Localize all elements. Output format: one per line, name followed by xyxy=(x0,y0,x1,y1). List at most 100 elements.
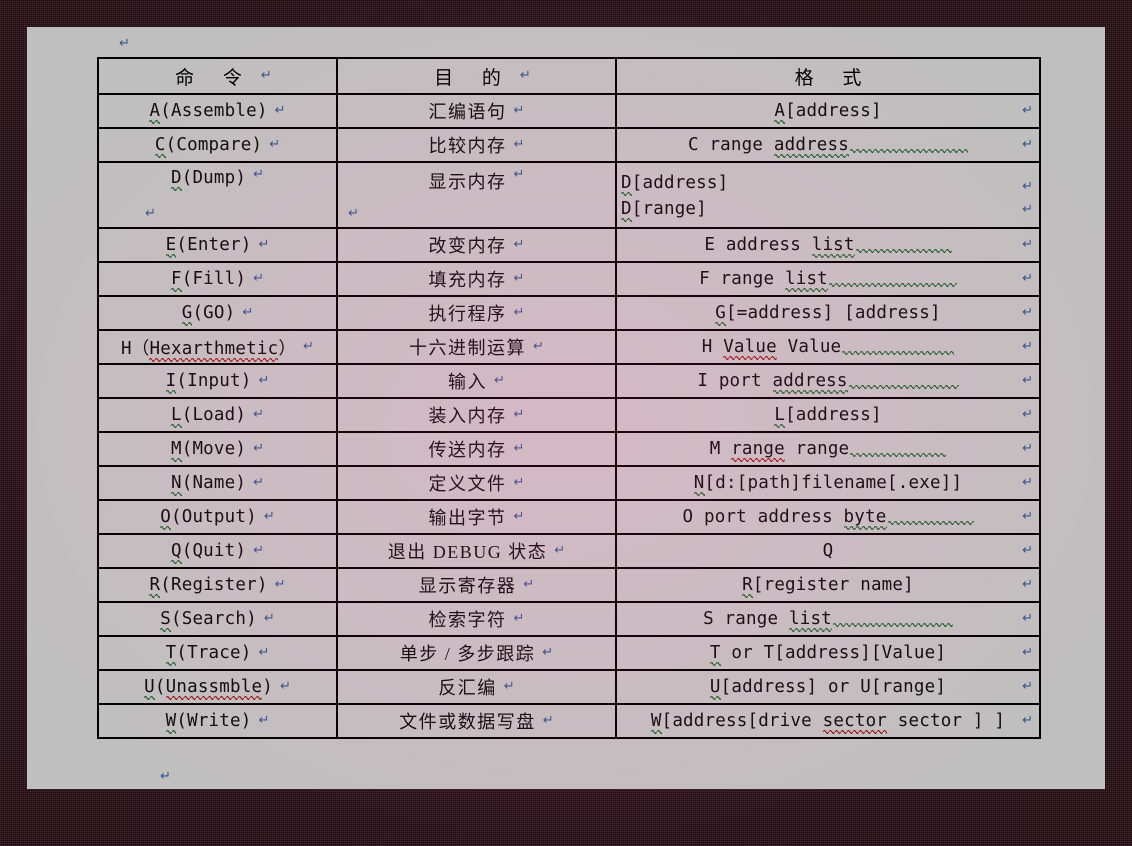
command-text: R(Register) xyxy=(149,575,268,598)
table-row: A(Assemble) ↵ 汇编语句 ↵ A[address] ↵ xyxy=(97,93,1041,129)
cell-command: D(Dump) ↵ ↵ xyxy=(97,161,338,229)
purpose-text: 传送内存 xyxy=(428,440,507,460)
table-row: E(Enter) ↵ 改变内存 ↵ E address list ↵ xyxy=(97,227,1041,263)
format-text: F range list xyxy=(699,269,957,292)
paragraph-mark: ↵ xyxy=(523,576,535,592)
cell-command: A(Assemble) ↵ xyxy=(97,93,338,129)
paragraph-mark: ↵ xyxy=(1022,270,1033,286)
cell-command: G(GO) ↵ xyxy=(97,295,338,331)
squiggly-underline: E xyxy=(165,235,177,258)
squiggly-underline: M xyxy=(170,439,182,462)
header-label-command: 命 令 xyxy=(175,67,254,89)
paragraph-mark: ↵ xyxy=(263,610,275,626)
cell-purpose: 定义文件 ↵ xyxy=(336,465,617,501)
command-text: W(Write) xyxy=(165,711,252,734)
paragraph-mark: ↵ xyxy=(1022,136,1033,152)
cell-format: M range range ↵ xyxy=(615,431,1041,467)
header-cell-command: 命 令 ↵ xyxy=(97,57,338,95)
cell-format: R[register name] ↵ xyxy=(615,567,1041,603)
paragraph-mark: ↵ xyxy=(1022,474,1033,490)
paragraph-mark: ↵ xyxy=(242,304,254,320)
format-text: G[=address] [address] xyxy=(715,303,941,326)
stray-paragraph-mark-top: ↵ xyxy=(119,36,130,51)
command-text: S(Search) xyxy=(160,609,257,632)
table-row: U(Unassmble) ↵ 反汇编 ↵ U[address] or U[range] ↵ xyxy=(97,669,1041,705)
squiggly-underline: C xyxy=(154,135,166,158)
squiggly-underline: F xyxy=(170,269,182,292)
purpose-text: 显示寄存器 xyxy=(418,576,517,596)
purpose-text: 反汇编 xyxy=(438,678,497,698)
paragraph-mark: ↵ xyxy=(513,136,525,152)
paragraph-mark: ↵ xyxy=(1022,338,1033,354)
cell-purpose: 显示寄存器 ↵ xyxy=(336,567,617,603)
stray-paragraph-mark-bottom: ↵ xyxy=(160,769,171,784)
paragraph-mark: ↵ xyxy=(253,440,265,456)
paragraph-mark: ↵ xyxy=(513,474,525,490)
purpose-text: 退出 DEBUG 状态 xyxy=(387,542,548,562)
command-text: T(Trace) xyxy=(165,643,252,666)
squiggly-underline: byte xyxy=(843,507,887,530)
cell-format: Q ↵ xyxy=(615,533,1041,569)
squiggly-underline: L xyxy=(170,405,182,428)
squiggly-underline: G xyxy=(715,303,727,326)
paragraph-mark: ↵ xyxy=(1022,372,1033,388)
paragraph-mark: ↵ xyxy=(1022,236,1033,252)
squiggly-underline: list xyxy=(784,269,828,292)
squiggly-underline: list xyxy=(788,609,832,632)
paragraph-mark: ↵ xyxy=(258,644,270,660)
paragraph-mark: ↵ xyxy=(1022,102,1033,118)
table-row: H（Hexarthmetic） ↵ 十六进制运算 ↵ H Value Value ↵ xyxy=(97,329,1041,365)
cell-purpose: 填充内存 ↵ xyxy=(336,261,617,297)
purpose-text: 单步 / 多步跟踪 xyxy=(399,644,536,664)
paragraph-mark: ↵ xyxy=(513,270,525,286)
table-row: R(Register) ↵ 显示寄存器 ↵ R[register name] ↵ xyxy=(97,567,1041,603)
cell-format: N[d:[path]filename[.exe]] ↵ xyxy=(615,465,1041,501)
squiggly-underline: D xyxy=(621,173,632,196)
format-text: T or T[address][Value] xyxy=(709,643,947,666)
purpose-text: 文件或数据写盘 xyxy=(399,712,536,732)
format-text: A[address] xyxy=(774,101,882,124)
format-text: M range range xyxy=(710,439,947,462)
paragraph-mark: ↵ xyxy=(253,474,265,490)
table-row: N(Name) ↵ 定义文件 ↵ N[d:[path]filename[.exe]] ↵ xyxy=(97,465,1041,501)
paragraph-mark: ↵ xyxy=(303,338,314,354)
format-text: E address list xyxy=(704,235,952,258)
squiggly-underline-tail xyxy=(855,249,952,253)
table-row: L(Load) ↵ 装入内存 ↵ L[address] ↵ xyxy=(97,397,1041,433)
header-label-format: 格 式 xyxy=(794,67,874,89)
command-text: U(Unassmble) xyxy=(144,677,273,700)
squiggly-underline: U xyxy=(709,677,721,700)
cell-command: L(Load) ↵ xyxy=(97,397,338,433)
paragraph-mark: ↵ xyxy=(513,440,525,456)
paragraph-mark: ↵ xyxy=(1022,508,1033,524)
squiggly-underline: list xyxy=(811,235,855,258)
squiggly-underline: A xyxy=(149,101,161,124)
cell-format: E address list ↵ xyxy=(615,227,1041,263)
cell-format: O port address byte ↵ xyxy=(615,499,1041,535)
paragraph-mark: ↵ xyxy=(503,678,515,694)
paragraph-mark: ↵ xyxy=(533,338,544,354)
squiggly-underline: R xyxy=(149,575,161,598)
cell-purpose: 检索字符 ↵ xyxy=(336,601,617,637)
cell-purpose: 执行程序 ↵ xyxy=(336,295,617,331)
purpose-text: 比较内存 xyxy=(428,136,507,156)
paragraph-mark: ↵ xyxy=(513,304,525,320)
cell-command: I(Input) ↵ xyxy=(97,363,338,399)
command-text: Q(Quit) xyxy=(170,541,247,564)
table-row: G(GO) ↵ 执行程序 ↵ G[=address] [address] ↵ xyxy=(97,295,1041,331)
cell-purpose: 改变内存 ↵ xyxy=(336,227,617,263)
format-text: N[d:[path]filename[.exe]] xyxy=(693,473,963,496)
paragraph-mark: ↵ xyxy=(274,102,286,118)
paragraph-mark: ↵ xyxy=(554,542,566,558)
cell-format: D[address] D[range] ↵ ↵ xyxy=(615,161,1041,229)
paragraph-mark: ↵ xyxy=(253,167,265,182)
squiggly-underline-tail xyxy=(850,149,969,153)
purpose-text: 输出字节 xyxy=(428,508,507,528)
format-text: W[address[drive sector sector ] ] xyxy=(650,711,1006,734)
table-header-row: 命 令 ↵ 目 的 ↵ 格 式 xyxy=(97,57,1041,95)
paragraph-mark: ↵ xyxy=(513,508,525,524)
paragraph-mark: ↵ xyxy=(1022,678,1033,694)
paragraph-mark: ↵ xyxy=(1022,610,1033,626)
squiggly-underline: I xyxy=(165,371,177,394)
command-text: G(GO) xyxy=(181,303,236,326)
